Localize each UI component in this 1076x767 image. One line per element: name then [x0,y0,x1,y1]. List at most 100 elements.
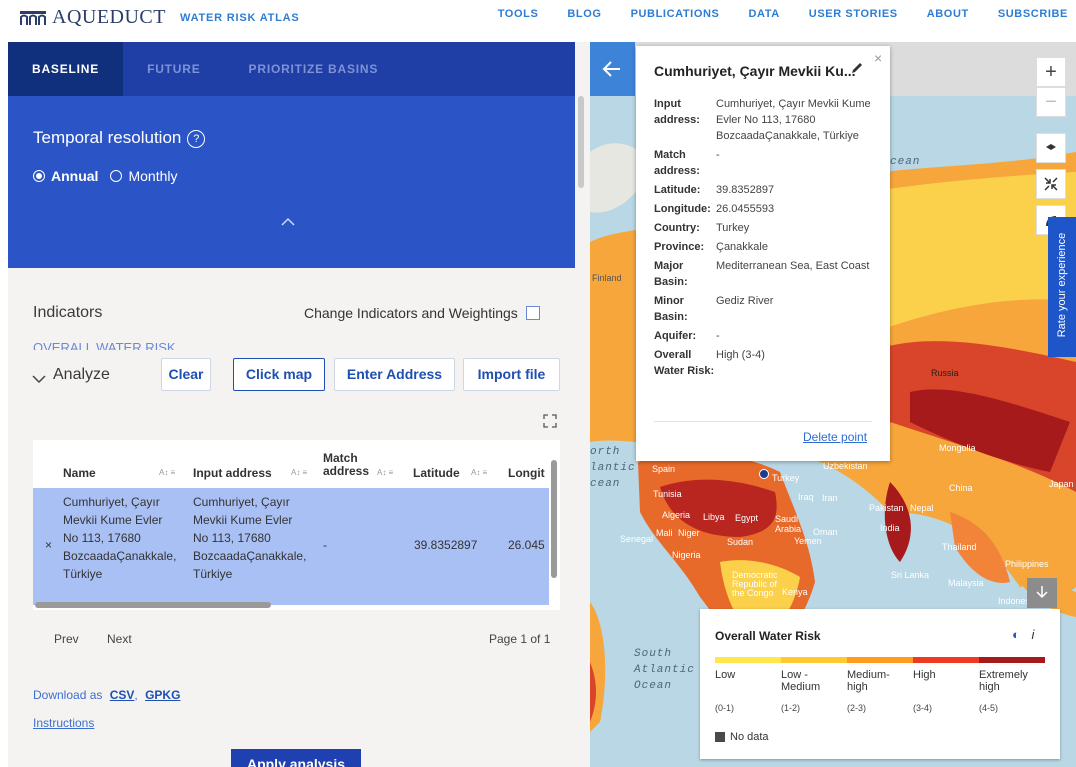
map-label-mongolia: Mongolia [939,443,976,453]
tab-baseline[interactable]: BASELINE [8,42,124,96]
legend-swatch-medium-high [847,657,913,663]
location-pin[interactable] [759,469,769,479]
collapse-sidebar-button[interactable] [590,42,635,96]
legend-range-extremely-high: (4-5) [979,703,999,713]
map-label-sudan: Sudan [727,537,754,547]
shrink-button[interactable] [1036,169,1066,199]
nav-subscribe[interactable]: SUBSCRIBE [998,8,1068,20]
aqueduct-logo-icon [20,10,46,25]
cell-match-address: - [323,538,327,552]
help-icon[interactable]: ? [187,130,206,148]
map-label-uzbekistan: Uzbekistan [823,461,868,471]
close-icon[interactable]: × [874,50,882,66]
popup-divider [654,421,872,422]
radio-monthly[interactable] [110,170,123,182]
rate-label: Rate your experience [1056,232,1068,338]
instructions-link[interactable]: Instructions [33,716,94,730]
download-csv-link[interactable]: CSV [110,688,135,702]
analyze-title: Analyze [53,366,110,383]
popup-field: Major Basin: Mediterranean Sea, East Coas… [654,260,870,288]
clear-button[interactable]: Clear [161,358,211,391]
popup-field: Aquifer: - [654,330,720,342]
info-icon[interactable]: i [1031,627,1034,642]
expand-icon[interactable] [543,414,557,428]
map-label-mali: Mali [656,528,673,538]
pencil-icon[interactable] [850,61,864,75]
ocean-label-north-atlantic: orth lantic cean [590,446,636,490]
nav-about[interactable]: ABOUT [927,8,969,20]
nav-blog[interactable]: BLOG [567,8,601,20]
logo[interactable]: AQUEDUCT WATER RISK ATLAS [20,6,300,29]
arrow-left-icon [602,61,620,77]
collapse-chevron-up-icon[interactable] [280,214,296,230]
change-indicators-checkbox[interactable] [525,306,540,320]
analyze-panel: Analyze Clear Click map Enter Address Im… [8,350,575,767]
table-vertical-scrollbar[interactable] [551,460,557,578]
legend-label-low-medium: Low - Medium [781,669,821,693]
radio-monthly-label[interactable]: Monthly [128,168,177,184]
nav-user-stories[interactable]: USER STORIES [809,8,898,20]
chevron-down-icon[interactable] [32,374,46,384]
download-label: Download as [33,688,103,702]
popup-title: Cumhuriyet, Çayır Mevkii Ku... [654,63,856,79]
nav-tools[interactable]: TOOLS [498,8,539,20]
brand-name: AQUEDUCT [52,6,166,28]
layers-button[interactable] [1036,133,1066,163]
sidebar: BASELINE FUTURE PRIORITIZE BASINS Tempor… [8,42,590,767]
sidebar-scrollbar[interactable] [578,96,586,396]
map-label-nigeria: Nigeria [672,550,701,560]
map-label-malaysia: Malaysia [948,578,984,588]
legend-swatch-low-medium [781,657,847,663]
change-indicators-toggle[interactable]: Change Indicators and Weightings [304,305,540,321]
cell-longitude: 26.045 [508,538,545,552]
map-label-thailand: Thailand [942,542,977,552]
zoom-in-button[interactable]: + [1036,57,1066,87]
sort-icon[interactable]: A↕ ≡ [471,468,487,477]
download-gpkg-link[interactable]: GPKG [145,688,180,702]
legend-color-bar [715,657,1045,663]
rate-your-experience-tab[interactable]: Rate your experience [1048,217,1076,357]
map-label-finland: Finland [592,273,622,283]
legend-tools: ◐ i [1012,627,1034,642]
table-row[interactable]: × Cumhuriyet, Çayır Mevkii Kume Evler No 1… [33,488,549,605]
click-map-button[interactable]: Click map [233,358,325,391]
sort-icon[interactable]: A↕ ≡ [377,468,393,477]
ocean-label-south-atlantic: South Atlantic Ocean [634,648,695,692]
point-info-popup: Cumhuriyet, Çayır Mevkii Ku... × Input a… [636,46,890,461]
col-longitude[interactable]: Longit [508,466,545,480]
sort-icon[interactable]: A↕ ≡ [291,468,307,477]
sort-icon[interactable]: A↕ ≡ [159,468,175,477]
map-label-japan: Japan [1049,479,1074,489]
apply-analysis-button[interactable]: Apply analysis [231,749,361,767]
temporal-title: Temporal resolution [33,128,182,147]
import-file-button[interactable]: Import file [463,358,560,391]
nav-data[interactable]: DATA [748,8,779,20]
radio-annual-label[interactable]: Annual [51,168,98,184]
opacity-icon[interactable]: ◐ [1012,627,1020,642]
cell-latitude: 39.8352897 [414,538,478,552]
sidebar-scroll-thumb[interactable] [578,96,584,188]
col-name[interactable]: Name [63,466,96,480]
table-horizontal-scrollbar[interactable] [35,602,271,608]
delete-point-link[interactable]: Delete point [803,430,867,444]
col-input-address[interactable]: Input address [193,466,272,480]
legend-range-low-medium: (1-2) [781,703,801,713]
tab-prioritize-basins[interactable]: PRIORITIZE BASINS [225,42,403,96]
results-table: Name A↕ ≡ Input address A↕ ≡ Match addre… [33,440,560,610]
col-latitude[interactable]: Latitude [413,466,460,480]
popup-field: Input address: Cumhuriyet, Çayır Mevkii K… [654,98,871,142]
remove-row-icon[interactable]: × [45,536,52,554]
map-label-nepal: Nepal [910,503,934,513]
nav-publications[interactable]: PUBLICATIONS [631,8,720,20]
layers-icon [1046,144,1056,150]
zoom-out-button[interactable]: − [1036,87,1066,117]
scroll-down-button[interactable] [1027,578,1057,608]
next-button[interactable]: Next [107,632,132,646]
radio-annual[interactable] [33,170,45,182]
legend-swatch-low [715,657,781,663]
enter-address-button[interactable]: Enter Address [334,358,455,391]
tab-future[interactable]: FUTURE [123,42,224,96]
map-label-kenya: Kenya [782,587,808,597]
popup-body: Input address: Cumhuriyet, Çayır Mevkii K… [654,96,884,382]
prev-button[interactable]: Prev [54,632,79,646]
